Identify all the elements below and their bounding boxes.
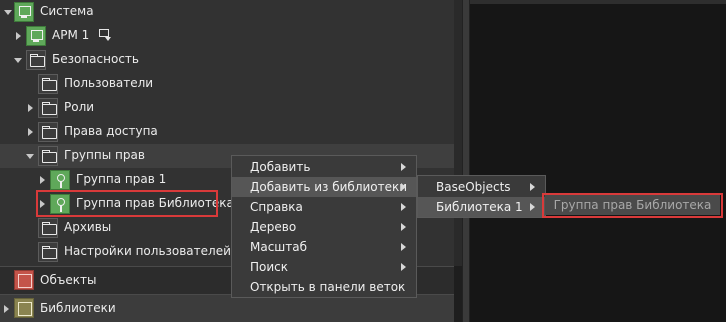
tree-node-label: Архивы	[64, 220, 112, 234]
folder-icon	[26, 50, 46, 70]
menu-item-scale[interactable]: Масштаб	[232, 237, 416, 257]
menu-item-label: Открыть в панели веток	[250, 280, 406, 294]
objects-label: Объекты	[40, 273, 97, 287]
dropdown-action-icon[interactable]	[95, 26, 117, 44]
menu-item-label: Поиск	[250, 260, 289, 274]
right-panel	[470, 0, 726, 322]
tree-node-users[interactable]: Пользователи	[0, 72, 454, 96]
menu-item-label: Дерево	[250, 220, 297, 234]
submenu-arrow-icon	[401, 223, 406, 231]
menu-item-label: Библиотека 1	[436, 200, 523, 214]
submenu-arrow-icon	[401, 203, 406, 211]
menu-item-add-from-library[interactable]: Добавить из библиотеки	[232, 177, 416, 197]
libraries-label: Библиотеки	[40, 301, 116, 315]
menu-item-tree[interactable]: Дерево	[232, 217, 416, 237]
expand-arrow-icon[interactable]	[4, 10, 12, 15]
key-icon	[50, 170, 70, 190]
library-submenu: BaseObjects Библиотека 1	[417, 175, 546, 218]
right-panel-header	[470, 0, 726, 4]
expand-arrow-icon[interactable]	[4, 305, 9, 313]
menu-item-label: BaseObjects	[436, 180, 511, 194]
expand-arrow-icon[interactable]	[26, 154, 34, 159]
context-menu: Добавить Добавить из библиотеки Справка …	[231, 155, 417, 298]
tree-node-label: Безопасность	[52, 52, 139, 66]
menu-item-help[interactable]: Справка	[232, 197, 416, 217]
folder-icon	[38, 98, 58, 118]
submenu-arrow-icon	[401, 263, 406, 271]
tree-node-label: Группы прав	[64, 148, 145, 162]
tree-node-access-rights[interactable]: Права доступа	[0, 120, 454, 144]
tree-scrollbar[interactable]	[454, 0, 462, 266]
menu-item-label: Масштаб	[250, 240, 308, 254]
menu-item-label: Добавить из библиотеки	[250, 180, 408, 194]
tree-node-roles[interactable]: Роли	[0, 96, 454, 120]
tree-node-label: Группа прав 1	[76, 172, 167, 186]
tree-node-security[interactable]: Безопасность	[0, 48, 454, 72]
expand-arrow-icon[interactable]	[28, 128, 33, 136]
folder-icon	[38, 74, 58, 94]
highlight-box	[36, 190, 218, 217]
folder-icon	[38, 146, 58, 166]
tree-node-system[interactable]: Система	[0, 0, 454, 24]
workstation-icon	[26, 26, 46, 46]
menu-item-add[interactable]: Добавить	[232, 157, 416, 177]
panel-splitter[interactable]	[462, 0, 470, 322]
menu-item-open-in-branch-panel[interactable]: Открыть в панели веток	[232, 277, 416, 297]
tree-node-label: Настройки пользователей	[64, 244, 231, 258]
folder-icon	[38, 218, 58, 238]
system-icon	[14, 2, 34, 22]
tree-node-workstation[interactable]: АРМ 1	[0, 24, 454, 48]
expand-arrow-icon[interactable]	[40, 176, 45, 184]
expand-arrow-icon[interactable]	[14, 58, 22, 63]
folder-icon	[38, 122, 58, 142]
menu-item-library-1[interactable]: Библиотека 1	[418, 197, 545, 217]
submenu-arrow-icon	[401, 183, 406, 191]
menu-item-label: Добавить	[250, 160, 311, 174]
libraries-panel-bar[interactable]: Библиотеки	[0, 294, 454, 322]
expand-arrow-icon[interactable]	[16, 32, 21, 40]
folder-icon	[38, 242, 58, 262]
submenu-arrow-icon	[530, 203, 535, 211]
menu-item-baseobjects[interactable]: BaseObjects	[418, 177, 545, 197]
tree-node-label: Пользователи	[64, 76, 154, 90]
menu-item-label: Справка	[250, 200, 303, 214]
expand-arrow-icon[interactable]	[28, 104, 33, 112]
libraries-icon	[14, 298, 34, 318]
objects-icon	[14, 270, 34, 290]
tree-node-label: Права доступа	[64, 124, 158, 138]
tree-node-label: Роли	[64, 100, 95, 114]
menu-item-search[interactable]: Поиск	[232, 257, 416, 277]
highlight-box	[542, 193, 723, 218]
submenu-arrow-icon	[401, 243, 406, 251]
tree-node-label: Система	[40, 4, 94, 18]
submenu-arrow-icon	[401, 163, 406, 171]
tree-node-label: АРМ 1	[52, 28, 90, 42]
submenu-arrow-icon	[530, 183, 535, 191]
